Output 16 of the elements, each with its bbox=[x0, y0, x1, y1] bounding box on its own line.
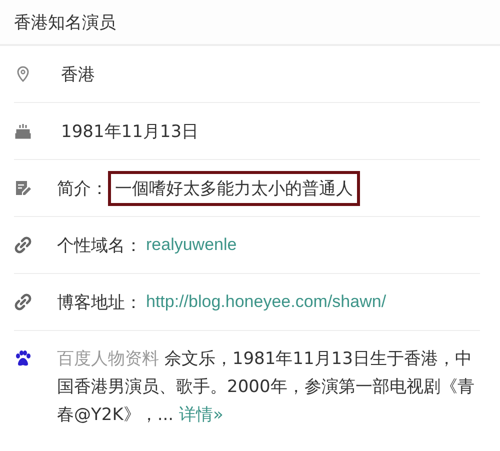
field-value: 1981年11月13日 bbox=[60, 120, 200, 144]
subtitle: 香港知名演员 bbox=[14, 12, 116, 34]
edit-icon bbox=[14, 179, 32, 197]
field-value: 香港 bbox=[60, 64, 96, 86]
link-icon bbox=[14, 293, 32, 311]
bio-paragraph: 百度人物资料 佘文乐，1981年11月13日生于香港，中国香港男演员、歌手。2000年，参演第一部电视剧《青春@Y2K》，... 详情» bbox=[57, 348, 476, 427]
link[interactable]: realyuwenle bbox=[142, 232, 241, 258]
field-value: 一個嗜好太多能力太小的普通人 bbox=[108, 170, 360, 206]
field-label: 个性域名： bbox=[57, 234, 142, 256]
field-label: 博客地址： bbox=[57, 292, 142, 314]
field-label: 简介： bbox=[57, 178, 108, 200]
link[interactable]: http://blog.honeyee.com/shawn/ bbox=[142, 289, 390, 315]
link-icon bbox=[14, 236, 32, 254]
paw-icon bbox=[14, 350, 32, 368]
details-link[interactable]: 详情» bbox=[178, 405, 224, 425]
cake-icon bbox=[14, 122, 32, 140]
